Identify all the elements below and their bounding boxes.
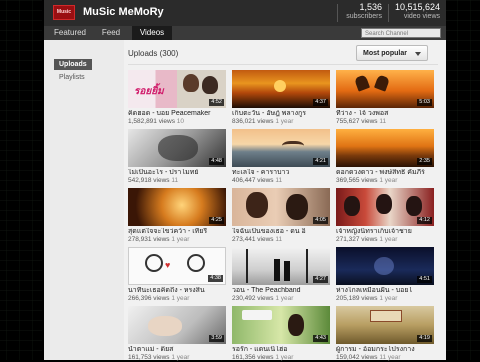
- video-duration: 4:12: [417, 217, 432, 224]
- subscriber-count: 1,536 subscribers: [346, 2, 382, 21]
- video-duration: 4:05: [313, 217, 328, 224]
- video-thumbnail[interactable]: รอยยิ้ม 4:52: [128, 70, 226, 108]
- video-duration: 4:51: [417, 276, 432, 283]
- video-meta: 271,327 views 1 year: [336, 236, 398, 243]
- video-thumbnail[interactable]: 4:19: [336, 306, 434, 344]
- video-duration: 4:52: [209, 99, 224, 106]
- video-tile[interactable]: 4:19 ผู้การม - อ้อมกระโปรงกาง 159,042 vi…: [336, 306, 434, 362]
- video-thumbnail[interactable]: 4:37: [232, 70, 330, 108]
- video-meta: 230,492 views 1 year: [232, 295, 294, 302]
- video-tile[interactable]: 4:05 ใจฉันเป็นของเธอ - ดน อิ 273,441 vie…: [232, 188, 330, 244]
- video-duration: 4:21: [313, 158, 328, 165]
- video-duration: 2:35: [417, 158, 432, 165]
- video-title[interactable]: ใจฉันเป็นของเธอ - ดน อิ: [232, 228, 330, 236]
- video-meta: 542,918 views 11: [128, 177, 179, 184]
- video-thumbnail[interactable]: 4:51: [336, 247, 434, 285]
- video-title[interactable]: นาทีนะเธอคิดถึง - หรงสิน: [128, 287, 226, 295]
- video-meta: 205,189 views 1 year: [336, 295, 398, 302]
- video-thumbnail[interactable]: 4:21: [232, 129, 330, 167]
- channel-logo[interactable]: Music: [53, 5, 75, 20]
- video-meta: 161,356 views 1 year: [232, 354, 294, 361]
- video-tile[interactable]: 4:12 เจ้าหญิงนิทราเก็บเจ้าชาย 271,327 vi…: [336, 188, 434, 244]
- video-title[interactable]: ดอกดวงดาว - พงษ์สิทธิ์ คัมภีร์: [336, 169, 434, 177]
- video-thumbnail[interactable]: ♥ 4:38: [128, 247, 226, 285]
- uploads-heading: Uploads (300): [128, 49, 179, 58]
- video-duration: 3:59: [209, 335, 224, 342]
- videos-content: Uploads Playlists Uploads (300) Most pop…: [44, 40, 446, 362]
- video-title[interactable]: ไม่เป็นอะไร - ปราโมทย์: [128, 169, 226, 177]
- divider: [128, 64, 438, 65]
- video-tile[interactable]: 4:25 สุดแต่ใจจะไขว่คว้า - เทียรี่ 278,93…: [128, 188, 226, 244]
- video-view-count: 10,515,624 video views: [394, 2, 440, 21]
- video-thumbnail[interactable]: 4:12: [336, 188, 434, 226]
- video-tile[interactable]: 4:27 วอน - The Peachband 230,492 views 1…: [232, 247, 330, 303]
- tab-videos[interactable]: Videos: [132, 26, 172, 40]
- video-thumbnail[interactable]: 3:59: [128, 306, 226, 344]
- sort-label: Most popular: [363, 50, 407, 57]
- video-thumbnail[interactable]: 4:43: [232, 306, 330, 344]
- video-thumbnail[interactable]: 4:27: [232, 247, 330, 285]
- video-meta: 159,042 views 11 year: [336, 354, 401, 361]
- video-meta: 278,931 views 1 year: [128, 236, 190, 243]
- video-tile[interactable]: 2:35 ดอกดวงดาว - พงษ์สิทธิ์ คัมภีร์ 369,…: [336, 129, 434, 185]
- video-meta: 836,021 views 1 year: [232, 118, 294, 125]
- chevron-down-icon: [415, 52, 421, 56]
- video-meta: 273,441 views 11: [232, 236, 283, 243]
- search-input[interactable]: Search Channel: [361, 28, 441, 38]
- video-duration: 4:38: [208, 275, 223, 282]
- video-title[interactable]: สุดแต่ใจจะไขว่คว้า - เทียรี่: [128, 228, 226, 236]
- video-meta: 406,447 views 11: [232, 177, 283, 184]
- video-title[interactable]: ที่ว่าง - โจ้ วงพอส: [336, 110, 434, 118]
- video-thumbnail[interactable]: 5:03: [336, 70, 434, 108]
- video-title[interactable]: ผู้การม - อ้อมกระโปรงกาง: [336, 346, 434, 354]
- video-duration: 4:43: [313, 335, 328, 342]
- sidebar-item-playlists[interactable]: Playlists: [54, 72, 92, 83]
- video-tile[interactable]: 4:48 ไม่เป็นอะไร - ปราโมทย์ 542,918 view…: [128, 129, 226, 185]
- sidebar: Uploads Playlists: [44, 40, 124, 360]
- video-tile[interactable]: 4:37 เก็บตะวัน - อัษฎ์ พลางกูร 836,021 v…: [232, 70, 330, 126]
- video-tile[interactable]: 4:43 รอรัก - แดนเนิโฮ่อ 161,356 views 1 …: [232, 306, 330, 362]
- stats-divider: [388, 4, 389, 22]
- sort-dropdown[interactable]: Most popular: [356, 45, 428, 61]
- video-thumbnail[interactable]: 4:25: [128, 188, 226, 226]
- video-thumbnail[interactable]: 2:35: [336, 129, 434, 167]
- background-left: [0, 0, 42, 360]
- video-title[interactable]: ห่างไกลเหมือนฝัน - บอยโ: [336, 287, 434, 295]
- video-title[interactable]: น้ำตาแม่ - ดิ่ยส: [128, 346, 226, 354]
- video-duration: 5:03: [417, 99, 432, 106]
- video-tile[interactable]: รอยยิ้ม 4:52 คิดฮอด - บอย Peacemaker 1,5…: [128, 70, 226, 126]
- stats-divider: [337, 4, 338, 22]
- video-title[interactable]: คิดฮอด - บอย Peacemaker: [128, 110, 226, 118]
- video-meta: 369,565 views 1 year: [336, 177, 398, 184]
- video-tile[interactable]: ♥ 4:38 นาทีนะเธอคิดถึง - หรงสิน 266,396 …: [128, 247, 226, 303]
- video-tile[interactable]: 4:51 ห่างไกลเหมือนฝัน - บอยโ 205,189 vie…: [336, 247, 434, 303]
- video-meta: 161,753 views 1 year: [128, 354, 190, 361]
- video-title[interactable]: ทะเลใจ - คาราบาว: [232, 169, 330, 177]
- youtube-channel-page: Music MuSic MeMoRy 1,536 subscribers 10,…: [44, 0, 446, 362]
- tab-feed[interactable]: Feed: [96, 26, 126, 40]
- video-tile[interactable]: 4:21 ทะเลใจ - คาราบาว 406,447 views 11: [232, 129, 330, 185]
- video-thumbnail[interactable]: 4:05: [232, 188, 330, 226]
- video-duration: 4:25: [209, 217, 224, 224]
- video-tile[interactable]: 5:03 ที่ว่าง - โจ้ วงพอส 755,627 views 1…: [336, 70, 434, 126]
- video-meta: 266,396 views 1 year: [128, 295, 190, 302]
- video-meta: 1,582,891 views 10: [128, 118, 185, 125]
- channel-tabs: Featured Feed Videos Search Channel: [44, 26, 446, 40]
- channel-name[interactable]: MuSic MeMoRy: [83, 6, 164, 18]
- video-duration: 4:27: [313, 276, 328, 283]
- video-duration: 4:37: [313, 99, 328, 106]
- video-thumbnail[interactable]: 4:48: [128, 129, 226, 167]
- tab-featured[interactable]: Featured: [50, 26, 90, 40]
- video-duration: 4:48: [209, 158, 224, 165]
- video-title[interactable]: เก็บตะวัน - อัษฎ์ พลางกูร: [232, 110, 330, 118]
- channel-header: Music MuSic MeMoRy 1,536 subscribers 10,…: [44, 0, 446, 27]
- video-tile[interactable]: 3:59 น้ำตาแม่ - ดิ่ยส 161,753 views 1 ye…: [128, 306, 226, 362]
- video-duration: 4:19: [417, 335, 432, 342]
- video-meta: 755,627 views 11: [336, 118, 387, 125]
- video-title[interactable]: เจ้าหญิงนิทราเก็บเจ้าชาย: [336, 228, 434, 236]
- video-title[interactable]: รอรัก - แดนเนิโฮ่อ: [232, 346, 330, 354]
- sidebar-item-uploads[interactable]: Uploads: [54, 59, 92, 70]
- video-title[interactable]: วอน - The Peachband: [232, 287, 330, 295]
